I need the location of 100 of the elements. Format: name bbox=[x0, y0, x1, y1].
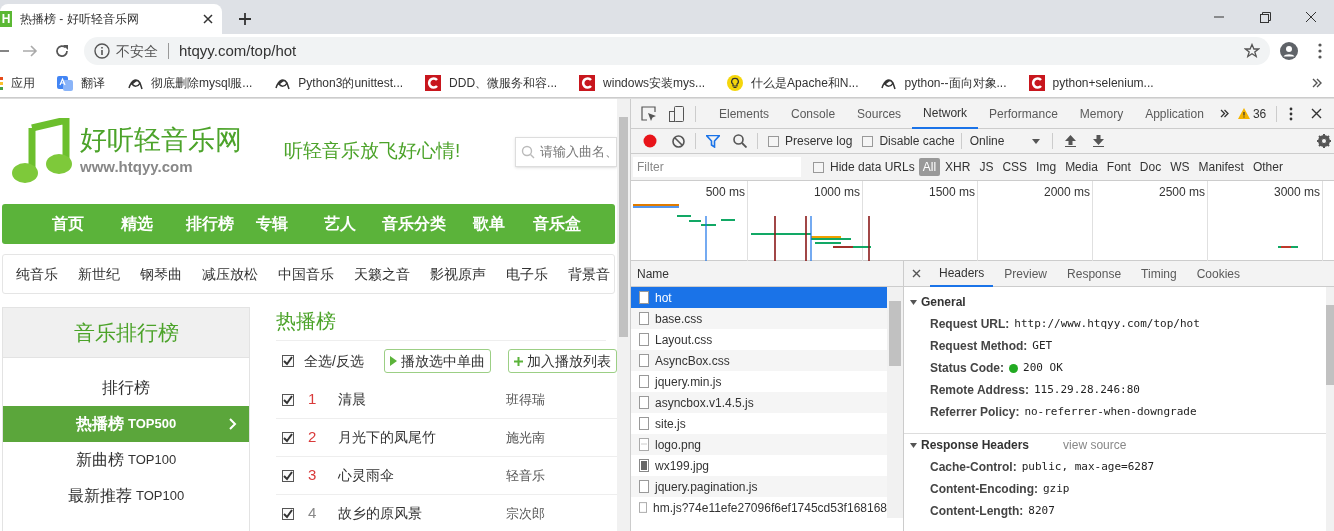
sidebar-item[interactable]: 排行榜 bbox=[3, 370, 250, 406]
bookmark[interactable]: Python3的unittest... bbox=[274, 73, 404, 92]
category-link[interactable]: 中国音乐 bbox=[278, 263, 334, 285]
close-icon[interactable] bbox=[912, 269, 921, 278]
c-logo-icon bbox=[425, 74, 442, 91]
reload-icon[interactable] bbox=[54, 43, 70, 59]
category-link[interactable]: 天籁之音 bbox=[354, 263, 410, 285]
more-options-icon[interactable] bbox=[1289, 106, 1294, 121]
column-header[interactable]: Name bbox=[631, 261, 903, 287]
bookmark[interactable]: 应用 bbox=[0, 73, 35, 92]
checkbox[interactable] bbox=[282, 431, 295, 444]
sidebar-item[interactable]: 最新推荐 TOP100 bbox=[3, 478, 250, 514]
header-name: Request URL: bbox=[930, 316, 1010, 333]
filter-icon[interactable] bbox=[706, 134, 720, 148]
details-tab[interactable]: Headers bbox=[930, 260, 994, 287]
category-link[interactable]: 影视原声 bbox=[430, 263, 486, 285]
warnings-counter[interactable]: 36 bbox=[1237, 104, 1267, 123]
search-icon[interactable] bbox=[733, 134, 747, 148]
request-row[interactable]: asyncbox.v1.4.5.js bbox=[631, 392, 887, 413]
request-row[interactable]: logo.png bbox=[631, 434, 887, 455]
resource-type-filter[interactable]: Other bbox=[1248, 158, 1287, 176]
bookmark[interactable]: windows安装mys... bbox=[579, 73, 706, 92]
throttling-dropdown[interactable]: Online bbox=[969, 132, 1040, 150]
request-row[interactable]: jquery.pagination.js bbox=[631, 476, 887, 497]
category-link[interactable]: 电子乐 bbox=[506, 263, 548, 285]
category-link[interactable]: 新世纪 bbox=[78, 263, 120, 285]
address-bar[interactable]: 不安全 htqyy.com/top/hot bbox=[84, 37, 1270, 65]
devtools-tab[interactable]: Console bbox=[780, 98, 847, 129]
search-field[interactable]: 请输入曲名、 bbox=[515, 136, 617, 167]
browser-tab[interactable]: H 热播榜 - 好听轻音乐网 bbox=[0, 4, 222, 34]
resource-type-filter[interactable]: JS bbox=[975, 158, 998, 176]
rank-number: 1 bbox=[308, 389, 318, 410]
devtools-tab[interactable]: Sources bbox=[846, 98, 913, 129]
preserve-log-checkbox[interactable]: Preserve log bbox=[768, 132, 853, 150]
inspect-icon[interactable] bbox=[641, 105, 657, 122]
star-icon[interactable] bbox=[1244, 43, 1260, 59]
list-scrollbar[interactable] bbox=[887, 287, 903, 518]
resource-type-filter[interactable]: Doc bbox=[1135, 158, 1166, 176]
resource-type-filter[interactable]: XHR bbox=[941, 158, 975, 176]
details-tab[interactable]: Timing bbox=[1132, 260, 1186, 287]
new-tab-icon[interactable] bbox=[238, 12, 252, 26]
category-link[interactable]: 钢琴曲 bbox=[140, 263, 182, 285]
device-icon[interactable] bbox=[669, 105, 685, 122]
sidebar-item[interactable]: 新曲榜 TOP100 bbox=[3, 442, 250, 478]
disable-cache-checkbox[interactable]: Disable cache bbox=[862, 132, 955, 150]
settings-icon[interactable] bbox=[1317, 134, 1331, 148]
bookmark[interactable]: 什么是Apache和N... bbox=[727, 73, 859, 92]
chevron-double-icon[interactable] bbox=[1312, 77, 1322, 88]
resource-type-filter[interactable]: CSS bbox=[998, 158, 1032, 176]
devtools-tab[interactable]: Performance bbox=[978, 98, 1069, 129]
request-row[interactable]: hot bbox=[631, 287, 887, 308]
checkbox[interactable] bbox=[282, 393, 295, 406]
bookmark[interactable]: 彻底删除mysql服... bbox=[127, 73, 253, 92]
upload-icon[interactable] bbox=[1064, 135, 1076, 147]
play-selected-button[interactable]: 播放选中单曲 bbox=[384, 349, 491, 373]
devtools-tab[interactable]: Elements bbox=[708, 98, 781, 129]
resource-type-filter[interactable]: Manifest bbox=[1194, 158, 1248, 176]
hide-data-urls-checkbox[interactable]: Hide data URLs bbox=[813, 158, 915, 176]
clear-icon[interactable] bbox=[672, 134, 685, 148]
checkbox[interactable] bbox=[282, 507, 295, 520]
menu-icon[interactable] bbox=[1318, 43, 1322, 59]
close-icon[interactable] bbox=[1311, 108, 1323, 119]
close-icon[interactable] bbox=[202, 13, 214, 25]
resource-type-filter[interactable]: WS bbox=[1166, 158, 1194, 176]
resource-type-filter[interactable]: Media bbox=[1061, 158, 1102, 176]
bookmark[interactable]: python--面向对象... bbox=[880, 73, 1007, 92]
resource-type-filter[interactable]: Font bbox=[1102, 158, 1135, 176]
section-header[interactable]: Response Headers view source bbox=[904, 434, 1326, 456]
request-row[interactable]: base.css bbox=[631, 308, 887, 329]
filter-input[interactable]: Filter bbox=[633, 157, 801, 177]
devtools-tab[interactable]: Application bbox=[1134, 98, 1215, 129]
checkbox[interactable] bbox=[282, 355, 295, 367]
chevron-double-icon[interactable] bbox=[1219, 109, 1229, 118]
resource-type-filter[interactable]: Img bbox=[1032, 158, 1061, 176]
translate-icon bbox=[57, 74, 73, 91]
request-row[interactable]: AsyncBox.css bbox=[631, 350, 887, 371]
timeline-tick-label: 3000 ms bbox=[1273, 185, 1320, 199]
details-tab[interactable]: Cookies bbox=[1187, 260, 1249, 287]
category-link[interactable]: 纯音乐 bbox=[16, 263, 58, 285]
add-to-playlist-button[interactable]: 加入播放列表 bbox=[508, 349, 617, 373]
bookmark[interactable]: 翻译 bbox=[57, 73, 105, 92]
music-note-logo-icon bbox=[10, 117, 72, 186]
view-source-link[interactable]: view source bbox=[1063, 436, 1127, 454]
category-link[interactable]: 减压放松 bbox=[202, 263, 258, 285]
checkmark-icon bbox=[283, 508, 294, 519]
checkbox[interactable] bbox=[282, 469, 295, 482]
page-scrollbar[interactable] bbox=[617, 99, 630, 531]
section-header[interactable]: General bbox=[904, 291, 1326, 313]
profile-icon[interactable] bbox=[1280, 42, 1298, 60]
devtools-tab[interactable]: Memory bbox=[1068, 98, 1135, 129]
category-link[interactable]: 背景音 bbox=[568, 263, 610, 285]
record-icon[interactable] bbox=[643, 134, 657, 148]
bookmark[interactable]: python+selenium... bbox=[1028, 73, 1154, 92]
bookmark[interactable]: DDD、微服务和容... bbox=[425, 73, 558, 92]
details-scrollbar[interactable] bbox=[1326, 287, 1334, 531]
details-tab[interactable]: Preview bbox=[995, 260, 1057, 287]
download-icon[interactable] bbox=[1092, 135, 1104, 147]
favicon: H bbox=[0, 11, 12, 27]
details-tab[interactable]: Response bbox=[1058, 260, 1131, 287]
header-value: 8207 bbox=[1028, 502, 1055, 519]
